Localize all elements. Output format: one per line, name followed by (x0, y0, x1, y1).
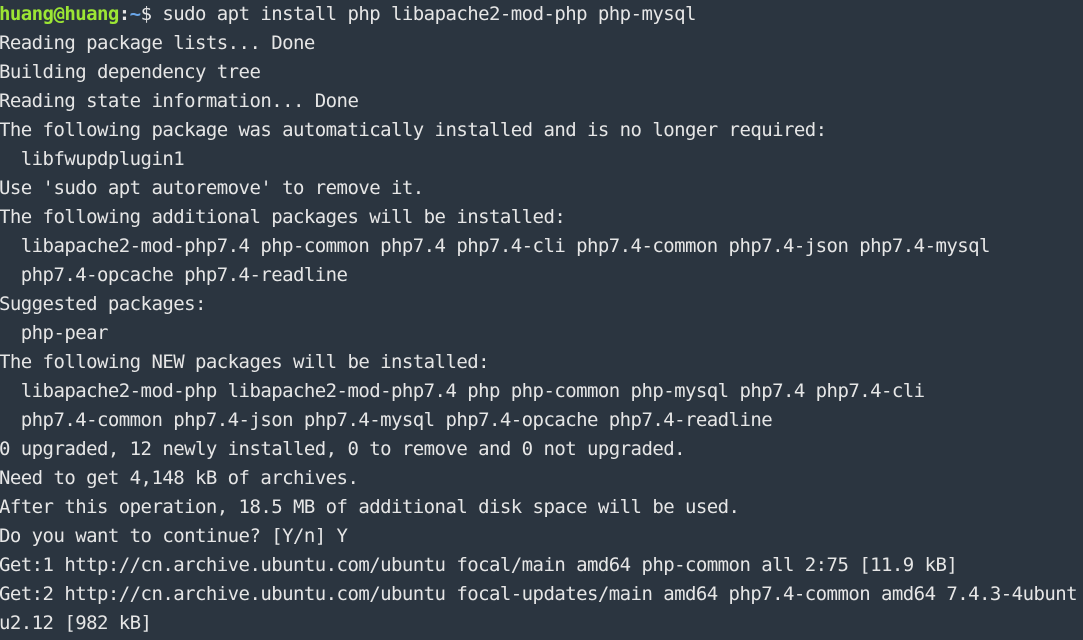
output-line: php7.4-opcache php7.4-readline (0, 264, 348, 286)
output-line: Use 'sudo apt autoremove' to remove it. (0, 177, 424, 199)
output-line: libapache2-mod-php libapache2-mod-php7.4… (0, 380, 925, 402)
output-line: Reading state information... Done (0, 90, 359, 112)
command-text: sudo apt install php libapache2-mod-php … (162, 3, 696, 25)
output-line: The following NEW packages will be insta… (0, 351, 490, 373)
output-line: Need to get 4,148 kB of archives. (0, 467, 359, 489)
output-line: Suggested packages: (0, 293, 206, 315)
output-line: libfwupdplugin1 (0, 148, 185, 170)
output-line: Do you want to continue? [Y/n] Y (0, 525, 348, 547)
output-line: Reading package lists... Done (0, 32, 315, 54)
prompt-separator: : (118, 3, 130, 25)
output-line: libapache2-mod-php7.4 php-common php7.4 … (0, 235, 991, 257)
output-line: Get:1 http://cn.archive.ubuntu.com/ubunt… (0, 554, 958, 576)
output-line: u2.12 [982 kB] (0, 612, 152, 634)
output-line: php7.4-common php7.4-json php7.4-mysql p… (0, 409, 773, 431)
output-line: The following package was automatically … (0, 119, 827, 141)
prompt-symbol: $ (140, 3, 163, 25)
output-line: Building dependency tree (0, 61, 261, 83)
output-line: Get:2 http://cn.archive.ubuntu.com/ubunt… (0, 583, 1078, 605)
output-line: 0 upgraded, 12 newly installed, 0 to rem… (0, 438, 686, 460)
output-line: php-pear (0, 322, 109, 344)
output-line: After this operation, 18.5 MB of additio… (0, 496, 740, 518)
terminal-window[interactable]: huang@huang:~$ sudo apt install php liba… (0, 0, 1083, 640)
output-line: The following additional packages will b… (0, 206, 566, 228)
prompt-user-host: huang@huang (0, 3, 119, 25)
prompt-line: huang@huang:~$ sudo apt install php liba… (0, 0, 1083, 29)
prompt-path: ~ (129, 3, 141, 25)
